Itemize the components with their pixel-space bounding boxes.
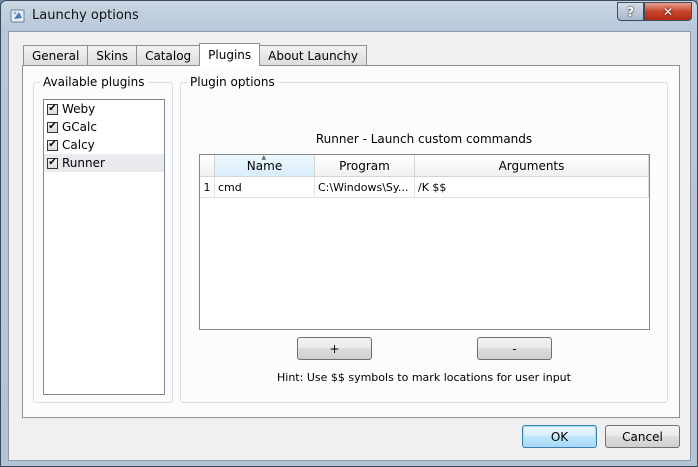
remove-command-button[interactable]: - [477, 337, 552, 360]
available-plugins-group: Available plugins ✔ Weby ✔ GCalc ✔ Calcy [33, 75, 173, 403]
add-command-button[interactable]: + [297, 337, 372, 360]
plugin-options-group: Plugin options Runner - Launch custom co… [180, 75, 668, 403]
tab-catalog[interactable]: Catalog [136, 45, 201, 65]
column-label-arguments: Arguments [498, 158, 565, 173]
launchy-app-icon [10, 9, 25, 23]
hint-text: Hint: Use $$ symbols to mark locations f… [277, 371, 571, 384]
column-label-program: Program [339, 158, 390, 173]
sort-arrow-icon: ▲ [261, 154, 267, 161]
help-button[interactable]: ? [617, 2, 644, 21]
column-header-name[interactable]: ▲ Name [215, 154, 315, 177]
tab-about-launchy[interactable]: About Launchy [259, 45, 367, 65]
plugin-item-weby[interactable]: ✔ Weby [44, 100, 164, 118]
launchy-options-window: Launchy options ? ✕ General Skins Catalo… [0, 0, 698, 467]
plugin-item-calcy[interactable]: ✔ Calcy [44, 136, 164, 154]
row-number[interactable]: 1 [200, 177, 215, 198]
plugin-checkbox-calcy[interactable]: ✔ [47, 139, 58, 151]
tab-general[interactable]: General [23, 45, 89, 65]
plugins-tab-panel: Available plugins ✔ Weby ✔ GCalc ✔ Calcy [22, 65, 680, 418]
plugin-label-runner: Runner [62, 156, 105, 170]
plugin-item-gcalc[interactable]: ✔ GCalc [44, 118, 164, 136]
plugin-checkbox-gcalc[interactable]: ✔ [47, 121, 58, 133]
close-button[interactable]: ✕ [644, 2, 692, 21]
plugin-checkbox-runner[interactable]: ✔ [47, 157, 58, 169]
plugin-label-calcy: Calcy [62, 138, 95, 152]
corner-cell [200, 155, 215, 177]
plugin-item-runner[interactable]: ✔ Runner [44, 154, 164, 172]
dialog-body: General Skins Catalog Plugins About Laun… [8, 31, 691, 461]
cell-name[interactable]: cmd [215, 177, 315, 198]
table-row[interactable]: 1 cmd C:\Windows\Sy... /K $$ [200, 177, 649, 198]
window-title: Launchy options [32, 8, 139, 23]
plugin-label-gcalc: GCalc [62, 120, 97, 134]
plugin-list[interactable]: ✔ Weby ✔ GCalc ✔ Calcy ✔ Runner [43, 99, 165, 395]
title-bar[interactable]: Launchy options ? ✕ [1, 1, 697, 31]
column-header-program[interactable]: Program [315, 155, 415, 177]
plugin-checkbox-weby[interactable]: ✔ [47, 103, 58, 115]
tab-skins[interactable]: Skins [87, 45, 138, 65]
tab-bar: General Skins Catalog Plugins About Laun… [23, 43, 367, 66]
plugin-options-title: Plugin options [187, 75, 278, 89]
help-icon: ? [627, 4, 634, 19]
ok-button[interactable]: OK [522, 425, 597, 448]
runner-heading: Runner - Launch custom commands [315, 132, 533, 146]
cancel-button[interactable]: Cancel [605, 425, 680, 448]
available-plugins-title: Available plugins [40, 75, 148, 89]
cell-arguments[interactable]: /K $$ [415, 177, 649, 198]
close-icon: ✕ [662, 4, 674, 19]
plugin-label-weby: Weby [62, 102, 96, 116]
commands-table[interactable]: ▲ Name Program Arguments 1 cmd C:\Window… [199, 154, 650, 330]
cell-program[interactable]: C:\Windows\Sy... [315, 177, 415, 198]
table-header: ▲ Name Program Arguments [200, 154, 649, 177]
tab-plugins[interactable]: Plugins [199, 43, 261, 66]
column-header-arguments[interactable]: Arguments [415, 155, 649, 177]
